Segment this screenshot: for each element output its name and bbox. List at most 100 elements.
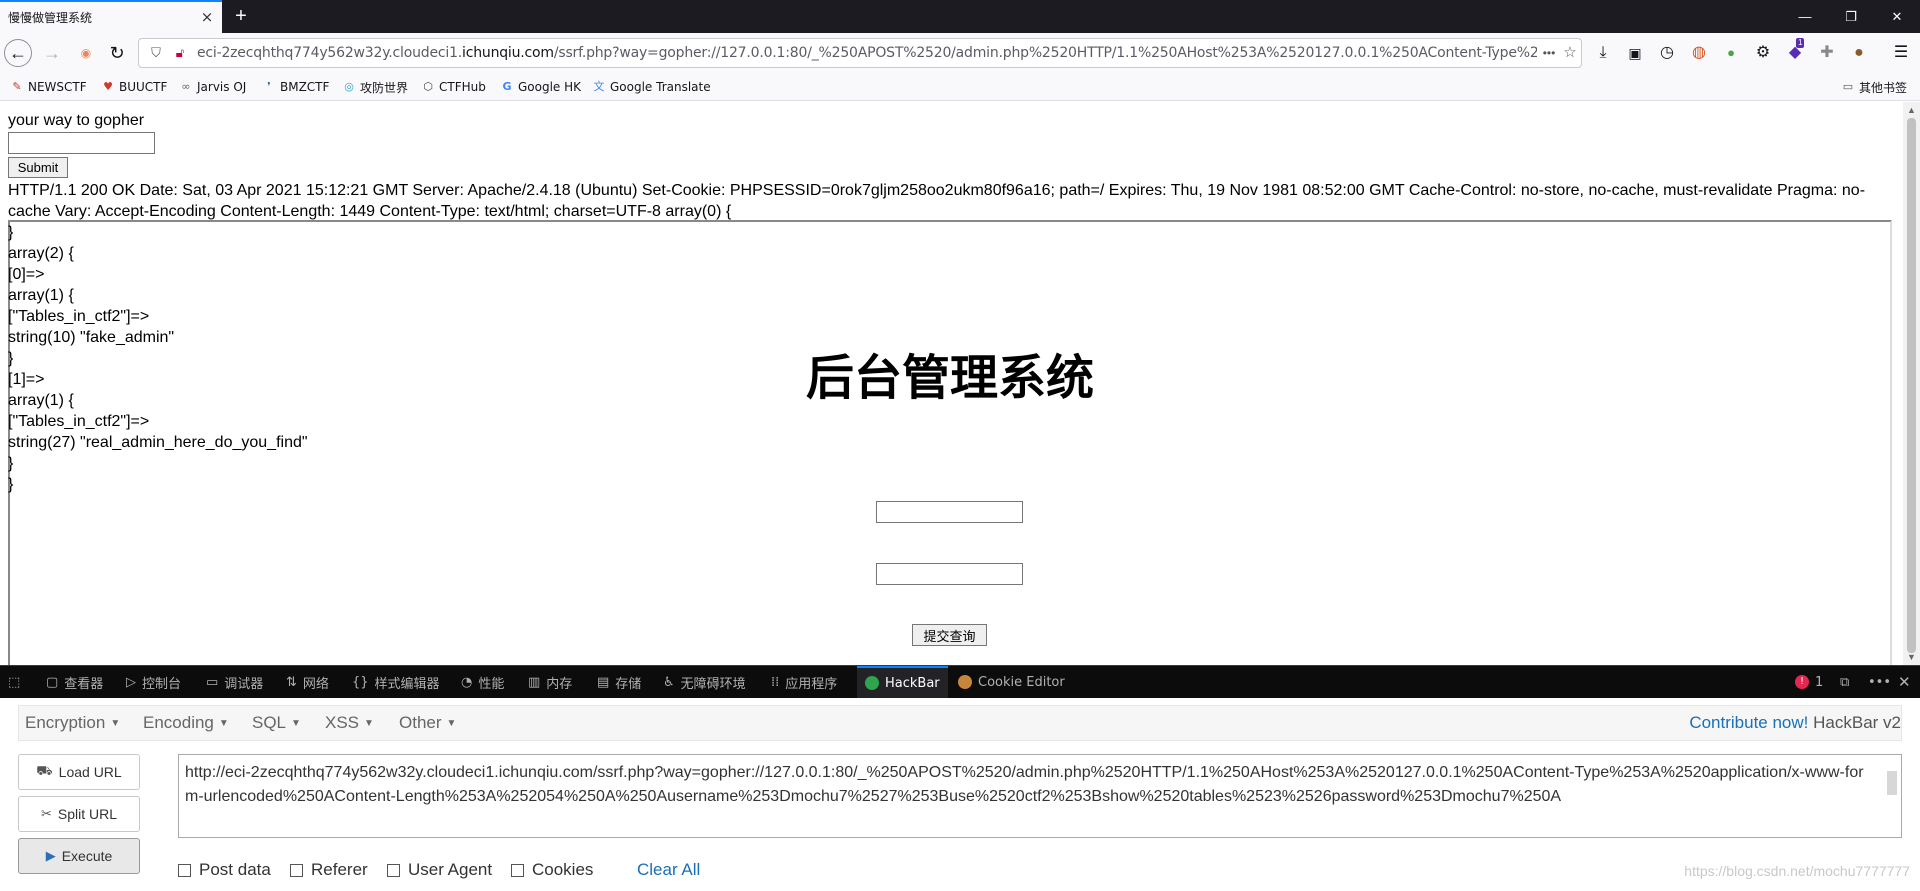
- tab-inspector[interactable]: ▢ 查看器: [46, 666, 103, 698]
- user-agent-checkbox[interactable]: [387, 863, 400, 877]
- option-user-agent[interactable]: User Agent: [387, 860, 492, 880]
- submit-query-button[interactable]: 提交查询: [912, 624, 987, 646]
- tab-accessibility[interactable]: ♿︎ 无障碍环境: [663, 666, 746, 698]
- load-url-icon: ⛟: [36, 763, 53, 778]
- bookmark-google-translate[interactable]: 文 Google Translate: [592, 78, 711, 96]
- bookmark-favicon-icon: ♥: [103, 80, 113, 93]
- close-tab-icon[interactable]: ×: [198, 8, 216, 26]
- hackbar-icon: [865, 676, 879, 690]
- extension-toggle-icon[interactable]: ●: [1720, 42, 1742, 64]
- bookmark-star-icon[interactable]: ☆: [1561, 44, 1579, 62]
- scrollbar-thumb[interactable]: [1907, 118, 1916, 653]
- dump-line: ["Tables_in_ctf2"]=>: [8, 413, 150, 430]
- minimize-button[interactable]: —: [1782, 0, 1828, 33]
- hackbar-version: HackBar v2: [1813, 713, 1901, 732]
- devtools-more-icon[interactable]: •••: [1868, 666, 1891, 698]
- tab-storage[interactable]: ▤ 存储: [597, 666, 641, 698]
- devtools-toolbar: ⬚ ▢ 查看器 ▷ 控制台 ▭ 调试器 ⇅ 网络 {} 样式编辑器 ◔ 性能 ▥ 内存 ▤ 存储…: [0, 665, 1920, 698]
- puzzle-icon[interactable]: ✚: [1816, 42, 1838, 64]
- cookie-editor-icon: [958, 675, 972, 689]
- hackbar-url-textarea[interactable]: http://eci-2zecqhthq774y562w32y.cloudeci…: [178, 754, 1902, 838]
- menu-xss[interactable]: XSS ▼: [325, 706, 374, 740]
- hackbar-panel: Encryption ▼ Encoding ▼ SQL ▼ XSS ▼ Other ▼ C…: [0, 698, 1920, 891]
- performance-icon: ◔: [461, 674, 473, 690]
- tab-title: 慢慢做管理系统: [8, 11, 93, 25]
- bookmark-google-hk[interactable]: G Google HK: [500, 78, 581, 96]
- tab-memory[interactable]: ▥ 内存: [528, 666, 572, 698]
- username-field[interactable]: [876, 501, 1023, 523]
- bookmark-jarvis-oj[interactable]: ∞ Jarvis OJ: [179, 78, 246, 96]
- post-data-checkbox[interactable]: [178, 863, 191, 877]
- url-text[interactable]: eci-2zecqhthq774y562w32y.cloudeci1.ichun…: [197, 39, 1537, 67]
- dump-line: [0]=>: [8, 266, 45, 283]
- split-url-button[interactable]: ✂ Split URL: [18, 796, 140, 832]
- cookie-icon[interactable]: ●: [1848, 42, 1870, 64]
- bookmark-newsctf[interactable]: ✎ NEWSCTF: [10, 78, 86, 96]
- history-icon[interactable]: ◷: [1656, 42, 1678, 64]
- accessibility-icon: ♿︎: [663, 674, 675, 690]
- menu-encryption[interactable]: Encryption ▼: [25, 706, 120, 740]
- referer-checkbox[interactable]: [290, 863, 303, 877]
- network-icon: ⇅: [286, 674, 297, 690]
- tab-debugger[interactable]: ▭ 调试器: [206, 666, 263, 698]
- close-window-button[interactable]: ✕: [1874, 0, 1920, 33]
- element-picker-icon[interactable]: ⬚: [8, 666, 20, 698]
- page-actions-icon[interactable]: •••: [1538, 44, 1560, 62]
- load-url-button[interactable]: ⛟ Load URL: [18, 754, 140, 790]
- tab-application[interactable]: ⁞⁞ 应用程序: [771, 666, 837, 698]
- close-devtools-icon[interactable]: ✕: [1898, 666, 1911, 698]
- library-icon[interactable]: ▣: [1624, 42, 1646, 64]
- extension-icon[interactable]: ◍: [1688, 42, 1710, 64]
- browser-tab[interactable]: 慢慢做管理系统 ×: [0, 0, 222, 33]
- debugger-icon: ▭: [206, 674, 219, 690]
- dock-icon[interactable]: ⧉: [1840, 666, 1849, 698]
- bookmark-adworld[interactable]: ◎ 攻防世界: [342, 78, 408, 96]
- download-icon[interactable]: ⤓: [1592, 42, 1614, 64]
- option-referer[interactable]: Referer: [290, 860, 368, 880]
- contribute-link[interactable]: Contribute now!: [1689, 713, 1808, 732]
- tab-console[interactable]: ▷ 控制台: [126, 666, 181, 698]
- error-counter[interactable]: ! 1: [1795, 666, 1823, 698]
- cookies-checkbox[interactable]: [511, 863, 524, 877]
- tab-hackbar[interactable]: HackBar: [857, 666, 948, 698]
- scroll-up-icon[interactable]: ▲: [1906, 104, 1917, 116]
- menu-encoding[interactable]: Encoding ▼: [143, 706, 229, 740]
- dump-line: array(2) {: [8, 245, 74, 262]
- address-bar[interactable]: ⛉ 🔓︎ eci-2zecqhthq774y562w32y.cloudeci1.…: [138, 38, 1582, 68]
- translate-icon: 文: [593, 80, 605, 93]
- restore-button[interactable]: ❐: [1828, 0, 1874, 33]
- forward-button[interactable]: →: [38, 39, 66, 67]
- textarea-scroll-thumb[interactable]: [1887, 771, 1897, 795]
- bookmark-bmzctf[interactable]: ❜ BMZCTF: [262, 78, 329, 96]
- option-post-data[interactable]: Post data: [178, 860, 271, 880]
- menu-sql[interactable]: SQL ▼: [252, 706, 301, 740]
- tab-cookie-editor[interactable]: Cookie Editor: [958, 666, 1065, 698]
- submit-button[interactable]: Submit: [8, 157, 68, 178]
- gopher-input[interactable]: [8, 132, 155, 154]
- page-scrollbar[interactable]: ▲ ▼: [1903, 102, 1920, 665]
- bookmark-buuctf[interactable]: ♥ BUUCTF: [101, 78, 167, 96]
- textarea-scrollbar[interactable]: [1885, 757, 1899, 835]
- inspector-icon: ▢: [46, 674, 59, 690]
- profile-icon[interactable]: ◉: [72, 39, 100, 67]
- bookmark-ctfhub[interactable]: ⬡ CTFHub: [421, 78, 486, 96]
- password-field[interactable]: [876, 563, 1023, 585]
- menu-other[interactable]: Other ▼: [399, 706, 456, 740]
- menu-icon[interactable]: ☰: [1890, 42, 1912, 64]
- tab-style-editor[interactable]: {} 样式编辑器: [352, 666, 440, 698]
- hackbar-extension-icon[interactable]: ◆ 1: [1784, 38, 1806, 64]
- settings-gear-icon[interactable]: ⚙: [1752, 42, 1774, 64]
- execute-button[interactable]: ▶ Execute: [18, 838, 140, 874]
- tab-performance[interactable]: ◔ 性能: [461, 666, 504, 698]
- shield-icon[interactable]: ⛉: [147, 44, 165, 62]
- other-bookmarks[interactable]: ▭ 其他书签: [1841, 78, 1907, 96]
- scroll-down-icon[interactable]: ▼: [1906, 651, 1917, 663]
- clear-all-link[interactable]: Clear All: [637, 860, 700, 880]
- insecure-lock-icon[interactable]: 🔓︎: [171, 44, 189, 62]
- back-button[interactable]: ←: [4, 39, 32, 67]
- tab-network[interactable]: ⇅ 网络: [286, 666, 329, 698]
- new-tab-button[interactable]: +: [230, 4, 252, 28]
- option-cookies[interactable]: Cookies: [511, 860, 593, 880]
- reload-button[interactable]: ↻: [103, 39, 131, 67]
- google-icon: G: [502, 80, 512, 93]
